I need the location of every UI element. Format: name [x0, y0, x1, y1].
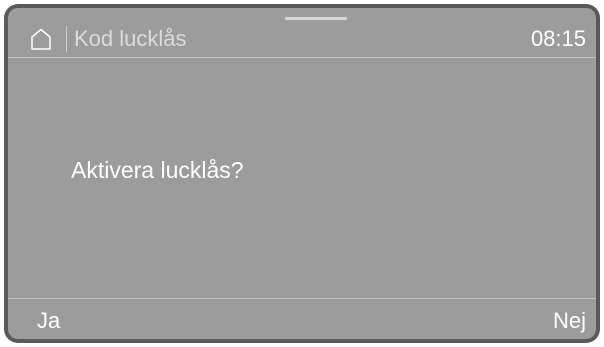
clock-time: 08:15 [530, 26, 586, 51]
display-screen: Kod lucklås 08:15 Aktivera lucklås? Ja N… [8, 8, 596, 339]
home-icon[interactable] [30, 28, 52, 50]
header-separator [8, 57, 596, 58]
no-button[interactable]: Nej [553, 308, 586, 334]
footer-separator [8, 298, 596, 299]
dialog-question: Aktivera lucklås? [71, 157, 244, 183]
yes-button[interactable]: Ja [37, 308, 60, 334]
header-divider [66, 26, 67, 52]
header-bar: Kod lucklås 08:15 [8, 8, 596, 64]
page-title: Kod lucklås [74, 26, 187, 51]
